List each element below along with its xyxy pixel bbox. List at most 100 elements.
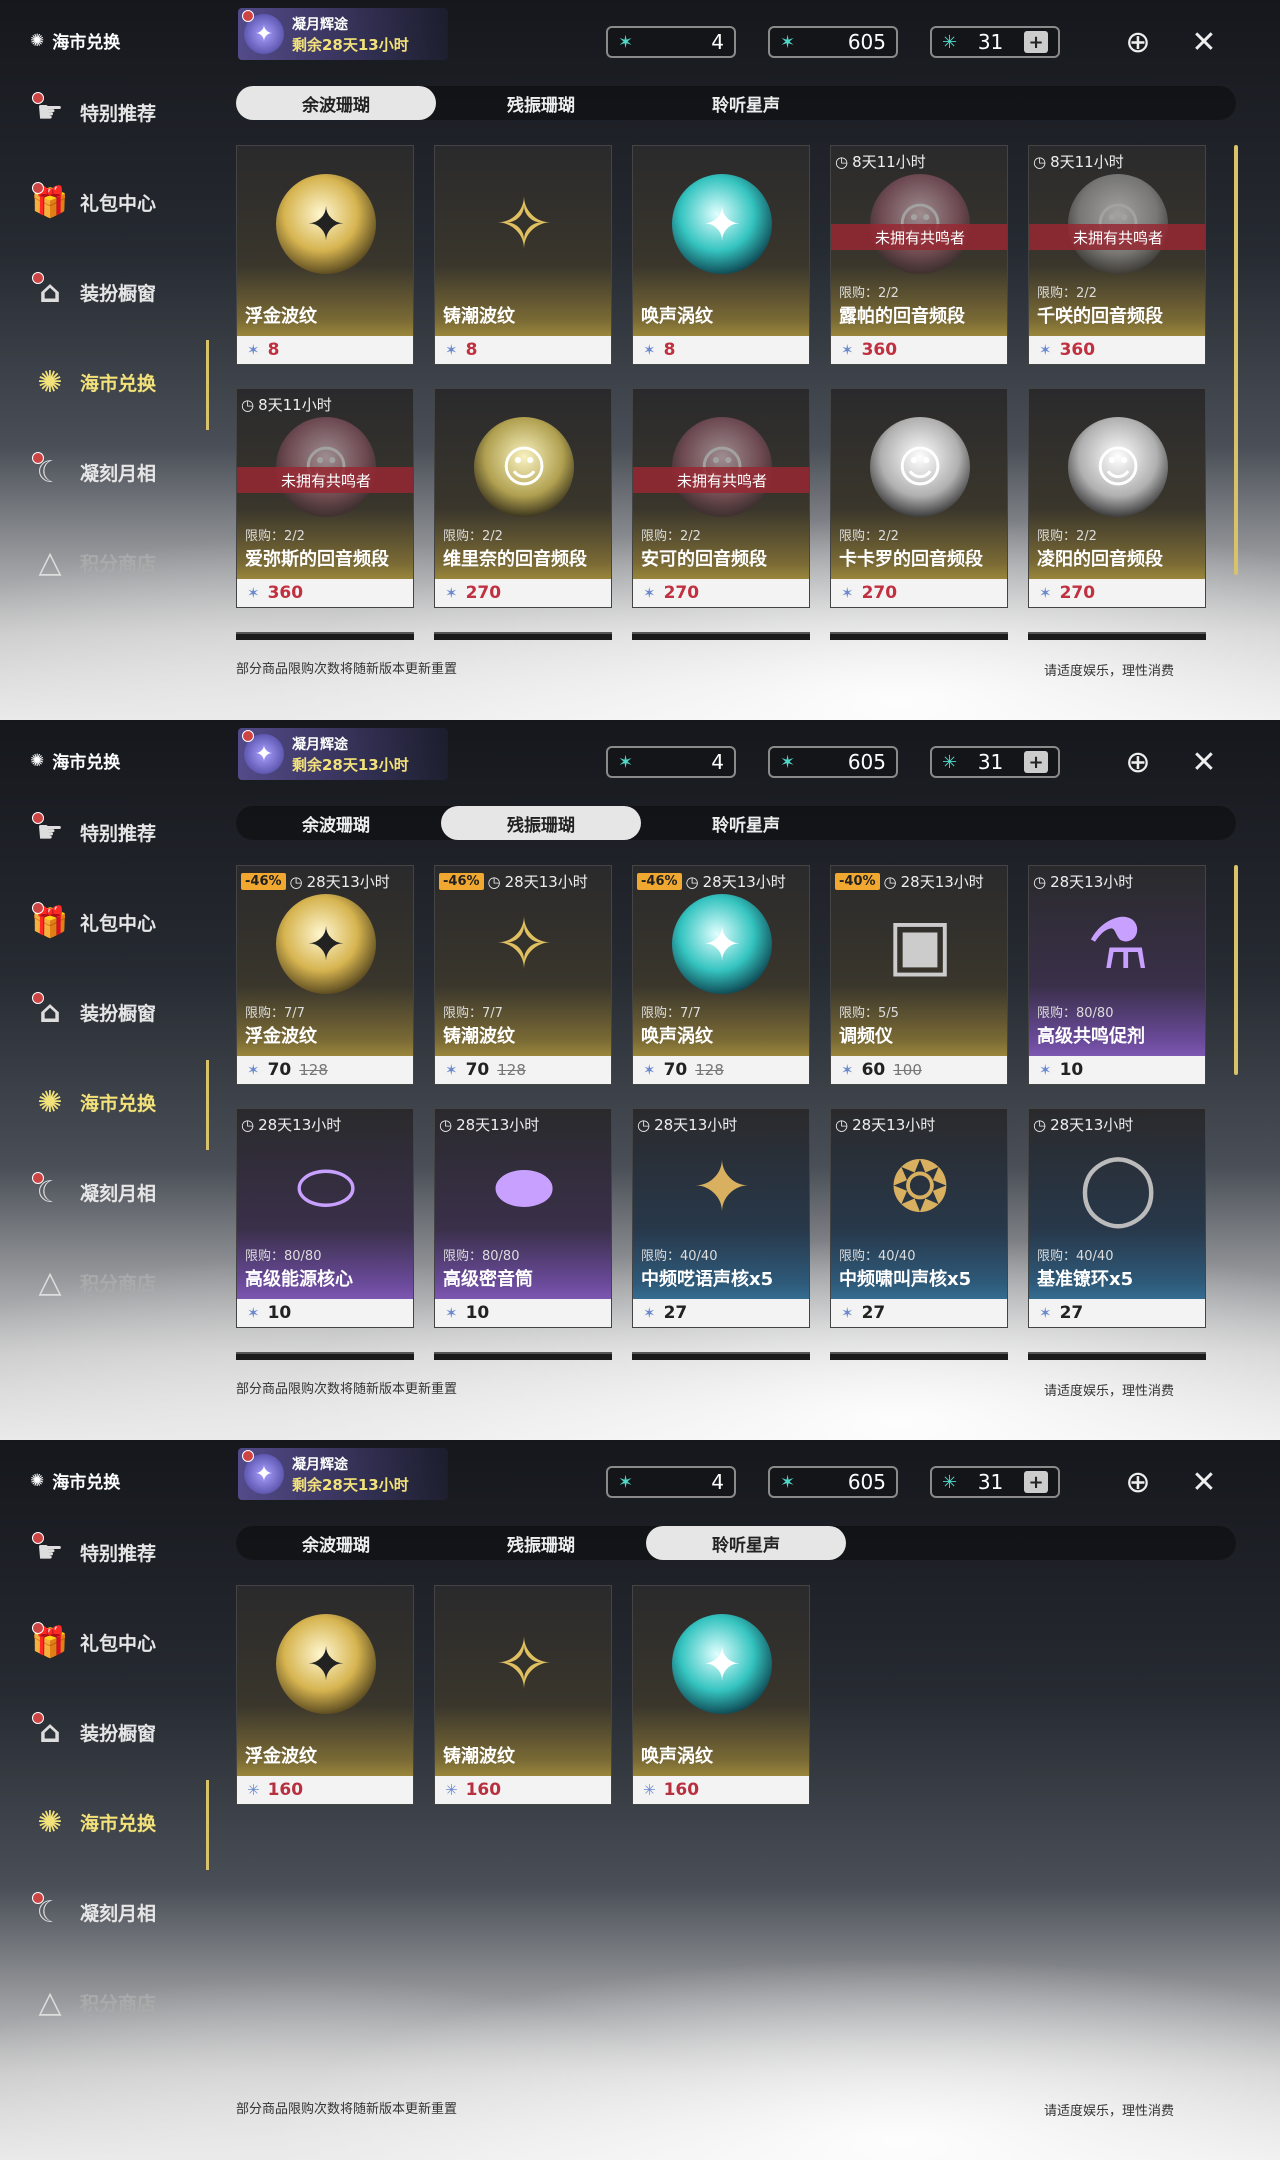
item-card[interactable]: ◷ 28天13小时 ✦ 限购：40/40 中频呓语声核x5 ✶ 27: [632, 1108, 810, 1328]
target-icon[interactable]: ⊕: [1118, 1462, 1158, 1502]
add-currency-button[interactable]: +: [1023, 751, 1048, 773]
coral-a-icon: ✶: [247, 341, 260, 359]
coral-a-icon: ✶: [618, 751, 634, 773]
price: ✶ 270: [435, 579, 611, 607]
tide-ripple-icon: ✧: [494, 183, 554, 265]
price: ✶ 10: [1029, 1056, 1205, 1084]
sidebar-item-moon[interactable]: ☾ 凝刻月相: [30, 452, 156, 492]
sidebar-item-moon[interactable]: ☾ 凝刻月相: [30, 1892, 156, 1932]
coral-b-icon: ✶: [445, 1061, 458, 1079]
clock-icon: ◷: [439, 1115, 453, 1134]
timer: -46% ◷ 28天13小时: [241, 871, 390, 892]
price: ✶ 70 128: [633, 1056, 809, 1084]
sidebar-item-recommend[interactable]: ☛ 特别推荐: [30, 812, 156, 852]
item-card[interactable]: -40% ◷ 28天13小时 ▣ 限购：5/5 调频仪 ✶ 60 100: [830, 865, 1008, 1085]
tab-coral-residual[interactable]: 残振珊瑚: [441, 806, 641, 840]
scrollbar[interactable]: [1234, 865, 1238, 1075]
item-card[interactable]: ◷8天11小时 ☺ 未拥有共鸣者 限购：2/2 爱弥斯的回音频段 ✶360: [236, 388, 414, 608]
item-card[interactable]: ◷ 28天13小时 ⬭ 限购：80/80 高级能源核心 ✶ 10: [236, 1108, 414, 1328]
item-card[interactable]: ✧ 铸潮波纹 ✶ 8: [434, 145, 612, 365]
item-card[interactable]: ✦ 唤声涡纹 ✳ 160: [632, 1585, 810, 1805]
item-card[interactable]: ☺ 限购：2/2 凌阳的回音频段 ✶ 270: [1028, 388, 1206, 608]
tab-coral-wave[interactable]: 余波珊瑚: [236, 806, 436, 840]
event-banner[interactable]: ✦ 凝月辉途 剩余28天13小时: [238, 728, 448, 780]
sidebar-item-exchange[interactable]: ✺ 海市兑换: [30, 1802, 156, 1842]
sidebar-item-points[interactable]: △ 积分商店: [30, 1262, 156, 1302]
star-icon: ✳: [247, 1781, 260, 1799]
target-icon[interactable]: ⊕: [1118, 22, 1158, 62]
tab-coral-residual[interactable]: 残振珊瑚: [441, 86, 641, 120]
item-card[interactable]: ✦ 浮金波纹 ✶ 8: [236, 145, 414, 365]
item-card[interactable]: -46% ◷ 28天13小时 ✦ 限购：7/7 浮金波纹 ✶ 70 128: [236, 865, 414, 1085]
sidebar-item-exchange[interactable]: ✺ 海市兑换: [30, 1082, 156, 1122]
currency-a: ✶ 4: [606, 26, 736, 58]
item-card[interactable]: ◷ 28天13小时 ◯ 限购：40/40 基准镣环x5 ✶ 27: [1028, 1108, 1206, 1328]
resonance-potion-icon: ⚗: [1086, 903, 1150, 985]
item-card[interactable]: ◷ 28天13小时 ⚗ 限购：80/80 高级共鸣促剂 ✶ 10: [1028, 865, 1206, 1085]
price: ✶ 10: [237, 1299, 413, 1327]
sidebar: ✺ 海市兑换 ☛ 特别推荐 🎁 礼包中心 ⌂ 装扮橱窗 ✺ 海市兑换 ☾ 凝刻月相 △ 积分商…: [0, 0, 210, 720]
item-card[interactable]: ◷ 28天13小时 ❂ 限购：40/40 中频啸叫声核x5 ✶ 27: [830, 1108, 1008, 1328]
price: ✶ 27: [831, 1299, 1007, 1327]
sidebar-item-gift[interactable]: 🎁 礼包中心: [30, 182, 156, 222]
tab-star-voice[interactable]: 聆听星声: [646, 806, 846, 840]
price: ✶ 60 100: [831, 1056, 1007, 1084]
coral-a-icon: ✶: [643, 584, 656, 602]
sidebar-title: ✺ 海市兑换: [30, 1470, 121, 1494]
item-card[interactable]: ◷8天11小时 ☺ 未拥有共鸣者 限购：2/2 露帕的回音频段 ✶360: [830, 145, 1008, 365]
sidebar-item-recommend[interactable]: ☛ 特别推荐: [30, 1532, 156, 1572]
close-icon[interactable]: ✕: [1184, 1462, 1224, 1502]
not-owned-ribbon: 未拥有共鸣者: [237, 467, 413, 493]
voice-vortex-icon: ✦: [672, 894, 772, 994]
clock-icon: ◷: [241, 395, 255, 414]
tab-bar: 余波珊瑚 残振珊瑚 聆听星声: [236, 1526, 1236, 1560]
close-icon[interactable]: ✕: [1184, 742, 1224, 782]
target-icon[interactable]: ⊕: [1118, 742, 1158, 782]
coral-icon: ✺: [30, 30, 45, 51]
coral-icon: ✺: [37, 364, 63, 400]
tab-coral-wave[interactable]: 余波珊瑚: [236, 1526, 436, 1560]
discount-badge: -46%: [637, 873, 682, 890]
timer: ◷ 8天11小时: [241, 395, 332, 415]
add-currency-button[interactable]: +: [1023, 1471, 1048, 1493]
sidebar-item-wardrobe[interactable]: ⌂ 装扮橱窗: [30, 1712, 156, 1752]
tab-star-voice[interactable]: 聆听星声: [646, 86, 846, 120]
item-card[interactable]: ☺ 未拥有共鸣者 限购：2/2 安可的回音频段 ✶270: [632, 388, 810, 608]
scrollbar[interactable]: [1234, 145, 1238, 575]
event-banner[interactable]: ✦ 凝月辉途 剩余28天13小时: [238, 1448, 448, 1500]
sidebar-item-gift[interactable]: 🎁 礼包中心: [30, 1622, 156, 1662]
close-icon[interactable]: ✕: [1184, 22, 1224, 62]
sidebar-item-gift[interactable]: 🎁 礼包中心: [30, 902, 156, 942]
sidebar-item-points[interactable]: △ 积分商店: [30, 542, 156, 582]
tab-coral-residual[interactable]: 残振珊瑚: [441, 1526, 641, 1560]
sidebar-item-moon[interactable]: ☾ 凝刻月相: [30, 1172, 156, 1212]
clock-icon: ◷: [1033, 1115, 1047, 1134]
item-card[interactable]: -46% ◷ 28天13小时 ✦ 限购：7/7 唤声涡纹 ✶ 70 128: [632, 865, 810, 1085]
timer: ◷ 8天11小时: [1033, 152, 1124, 172]
sidebar-item-exchange[interactable]: ✺ 海市兑换: [30, 362, 156, 402]
item-card[interactable]: -46% ◷ 28天13小时 ✧ 限购：7/7 铸潮波纹 ✶ 70 128: [434, 865, 612, 1085]
sidebar-item-wardrobe[interactable]: ⌂ 装扮橱窗: [30, 992, 156, 1032]
gold-ripple-icon: ✦: [276, 894, 376, 994]
event-banner[interactable]: ✦ 凝月辉途 剩余28天13小时: [238, 8, 448, 60]
sidebar-item-wardrobe[interactable]: ⌂ 装扮橱窗: [30, 272, 156, 312]
tab-star-voice[interactable]: 聆听星声: [646, 1526, 846, 1560]
item-card[interactable]: ✦ 浮金波纹 ✳ 160: [236, 1585, 414, 1805]
add-currency-button[interactable]: +: [1023, 31, 1048, 53]
coral-b-icon: ✶: [841, 1304, 854, 1322]
footer-advice: 请适度娱乐，理性消费: [1044, 2104, 1175, 2119]
coral-icon: ✺: [37, 1084, 63, 1120]
item-card[interactable]: ☺ 限购：2/2 维里奈的回音频段 ✶ 270: [434, 388, 612, 608]
discount-badge: -40%: [835, 873, 880, 890]
item-card[interactable]: ◷ 28天13小时 ⬬ 限购：80/80 高级密音筒 ✶ 10: [434, 1108, 612, 1328]
coral-a-icon: ✶: [841, 584, 854, 602]
sidebar-item-points[interactable]: △ 积分商店: [30, 1982, 156, 2022]
item-card[interactable]: ✦ 唤声涡纹 ✶ 8: [632, 145, 810, 365]
item-card[interactable]: ☺ 限购：2/2 卡卡罗的回音频段 ✶ 270: [830, 388, 1008, 608]
item-card[interactable]: ✧ 铸潮波纹 ✳ 160: [434, 1585, 612, 1805]
tab-coral-wave[interactable]: 余波珊瑚: [236, 86, 436, 120]
coral-b-icon: ✶: [1039, 1304, 1052, 1322]
tab-bar: 余波珊瑚 残振珊瑚 聆听星声: [236, 86, 1236, 120]
item-card[interactable]: ◷8天11小时 ☺ 未拥有共鸣者 限购：2/2 千咲的回音频段 ✶360: [1028, 145, 1206, 365]
sidebar-item-recommend[interactable]: ☛ 特别推荐: [30, 92, 156, 132]
